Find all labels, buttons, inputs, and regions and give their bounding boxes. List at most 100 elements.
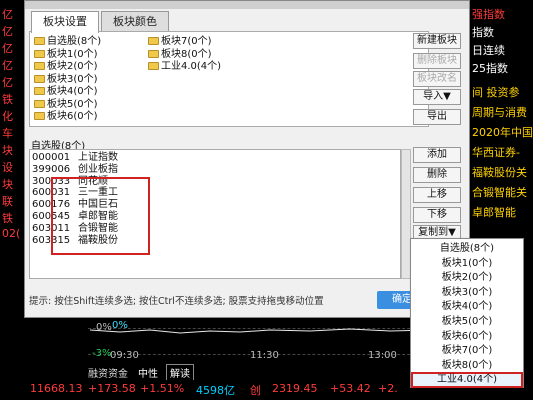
background-fragment: 亿: [2, 76, 13, 89]
copy-to-menu-item[interactable]: 板块8(0个): [411, 358, 523, 374]
stock-code: 399006: [32, 163, 71, 175]
board-tree-item-label: 工业4.0(4个): [161, 61, 222, 72]
board-tree-item-label: 板块4(0个): [47, 86, 98, 97]
news-headline[interactable]: 福鞍股份关: [472, 164, 527, 180]
board-tree-item-label: 板块5(0个): [47, 98, 98, 110]
ticker-value: 4598亿: [196, 384, 235, 397]
copy-to-menu-item[interactable]: 板块4(0个): [411, 299, 523, 315]
board-tree-item-label: 自选股(8个): [47, 36, 102, 47]
hint-text: 提示: 按住Shift连续多选; 按住Ctrl不连续多选; 股票支持拖曳移动位置: [29, 296, 324, 307]
folder-icon: [34, 99, 45, 108]
background-fragment: 亿: [2, 59, 13, 72]
news-headline[interactable]: 强指数: [472, 6, 505, 22]
background-fragment: 02(: [2, 227, 21, 240]
folder-icon: [34, 37, 45, 45]
background-fragment: 联: [2, 195, 13, 208]
stock-row[interactable]: 000001 上证指数: [32, 152, 118, 164]
selection-highlight: [51, 177, 150, 255]
stock-name: 上证指数: [78, 152, 118, 163]
copy-to-menu-item[interactable]: 板块3(0个): [411, 285, 523, 301]
news-headline[interactable]: 周期与消费: [472, 104, 527, 120]
add-button[interactable]: 添加: [413, 147, 461, 163]
intraday-chart: 0% -3% 0% 09:30 11:30 13:00 融资资金 中性 解读: [28, 318, 470, 381]
board-tree-item[interactable]: 自选股(8个): [34, 36, 101, 48]
copy-to-menu-item[interactable]: 板块1(0个): [411, 256, 523, 272]
copy-to-menu: 自选股(8个) 板块1(0个) 板块2(0个) 板块3(0个) 板块4(0个) 板块5(0…: [410, 238, 524, 389]
board-tree-item-label: 板块3(0个): [47, 73, 98, 85]
ticker-value: +53.42: [330, 382, 371, 395]
indicator-value: 中性: [138, 369, 158, 380]
board-tree-item-label: 板块6(0个): [47, 111, 98, 122]
board-tree-item-label: 板块1(0个): [47, 48, 98, 60]
board-tree-item[interactable]: 板块4(0个): [34, 86, 98, 98]
copy-to-menu-item[interactable]: 板块2(0个): [411, 270, 523, 286]
background-fragment: 亿: [2, 8, 13, 21]
folder-icon: [34, 112, 45, 120]
folder-icon: [34, 62, 45, 70]
stock-name: 创业板指: [78, 163, 118, 175]
board-tree-item[interactable]: 工业4.0(4个): [148, 61, 221, 73]
ticker-value: 2319.45: [272, 382, 318, 395]
indicator-label: 融资资金: [88, 369, 128, 380]
folder-icon: [34, 74, 45, 83]
board-tree-item[interactable]: 板块6(0个): [34, 111, 98, 123]
board-tree-item[interactable]: 板块8(0个): [148, 49, 212, 61]
ticker-value: +1.51%: [140, 382, 185, 395]
copy-to-menu-item[interactable]: 板块7(0个): [411, 343, 523, 359]
interpret-button[interactable]: 解读: [166, 364, 194, 381]
ticker-value: 创: [250, 384, 261, 397]
new-board-button[interactable]: 新建板块: [413, 33, 461, 49]
import-button[interactable]: 导入▼: [413, 89, 461, 105]
tab-board-colors[interactable]: 板块颜色: [101, 11, 169, 31]
folder-icon: [148, 62, 159, 70]
chart-x-label: 11:30: [250, 350, 279, 361]
stock-code: 000001: [32, 152, 71, 163]
move-up-button[interactable]: 上移: [413, 187, 461, 203]
stock-row[interactable]: 399006 创业板指: [32, 164, 118, 176]
dialog-title-bar[interactable]: [25, 1, 469, 9]
background-fragment: 车: [2, 127, 13, 140]
board-tree: 自选股(8个) 板块1(0个) 板块2(0个) 板块3(0个) 板块4(0个) 板块5(0…: [29, 31, 429, 127]
news-headline[interactable]: 合锻智能关: [472, 184, 527, 200]
background-fragment: 铁: [2, 93, 13, 106]
news-headline[interactable]: 卓郎智能: [472, 204, 516, 220]
news-headline[interactable]: 日连续: [472, 42, 505, 58]
tab-board-settings[interactable]: 板块设置: [31, 11, 99, 33]
copy-to-menu-item[interactable]: 自选股(8个): [411, 241, 523, 257]
board-tree-item-label: 板块7(0个): [161, 36, 212, 47]
board-tree-item[interactable]: 板块2(0个): [34, 61, 98, 73]
board-tree-item[interactable]: 板块7(0个): [148, 36, 212, 48]
delete-button[interactable]: 删除: [413, 167, 461, 183]
delete-board-button[interactable]: 删除板块: [413, 53, 461, 69]
background-fragment: 设: [2, 161, 13, 174]
copy-to-menu-item[interactable]: 板块6(0个): [411, 329, 523, 345]
ticker-value: +173.58: [88, 382, 136, 395]
ticker-value: 11668.13: [30, 382, 83, 395]
news-headline[interactable]: 2020年中国: [472, 124, 533, 140]
board-tree-item[interactable]: 板块5(0个): [34, 99, 98, 111]
copy-to-menu-item[interactable]: 工业4.0(4个): [411, 372, 523, 389]
background-fragment: 化: [2, 110, 13, 123]
news-headline[interactable]: 华西证券-: [472, 144, 520, 160]
ticker-value: +2.: [378, 382, 398, 395]
folder-icon: [34, 87, 45, 95]
background-fragment: 铁: [2, 212, 13, 225]
copy-to-menu-item[interactable]: 板块5(0个): [411, 314, 523, 330]
folder-icon: [148, 37, 159, 45]
news-headline[interactable]: 间 投资参: [472, 84, 520, 100]
board-tree-item[interactable]: 板块3(0个): [34, 74, 98, 86]
background-fragment: 块: [2, 144, 13, 157]
move-down-button[interactable]: 下移: [413, 207, 461, 223]
chart-x-label: 13:00: [368, 350, 397, 361]
background-fragment: 亿: [2, 25, 13, 38]
board-tree-item-label: 板块8(0个): [161, 48, 212, 60]
folder-icon: [34, 49, 45, 58]
news-headline[interactable]: 25指数: [472, 60, 508, 76]
news-headline[interactable]: 指数: [472, 24, 494, 40]
background-fragment: 块: [2, 178, 13, 191]
export-button[interactable]: 导出: [413, 109, 461, 125]
rename-board-button[interactable]: 板块改名: [413, 71, 461, 87]
board-tree-item-label: 板块2(0个): [47, 61, 98, 72]
board-tree-item[interactable]: 板块1(0个): [34, 49, 98, 61]
background-fragment: 亿: [2, 42, 13, 55]
